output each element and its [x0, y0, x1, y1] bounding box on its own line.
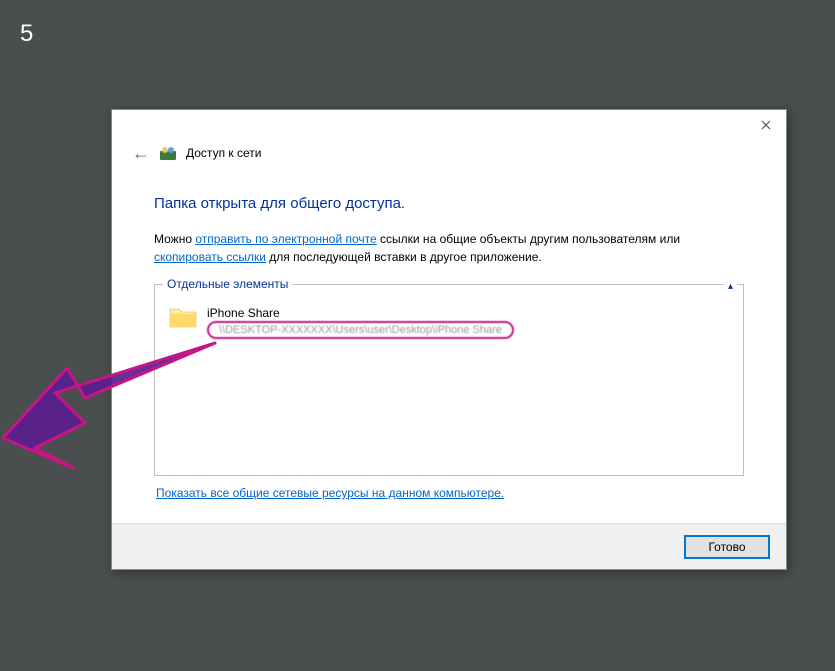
- item-text-block: iPhone Share \\DESKTOP-XXXXXXX\Users\use…: [207, 305, 514, 339]
- titlebar: [112, 110, 786, 140]
- desc-text-3: для последующей вставки в другое приложе…: [266, 250, 542, 264]
- button-bar: Готово: [112, 523, 786, 569]
- collapse-caret-icon[interactable]: ▴: [724, 281, 737, 292]
- description-text: Можно отправить по электронной почте ссы…: [154, 230, 744, 266]
- header-row: ← Доступ к сети: [112, 140, 786, 170]
- back-button[interactable]: ←: [132, 144, 150, 162]
- desc-text-2: ссылки на общие объекты другим пользоват…: [377, 232, 680, 246]
- item-name: iPhone Share: [207, 306, 514, 320]
- email-link[interactable]: отправить по электронной почте: [195, 232, 376, 246]
- folder-icon: [169, 305, 197, 329]
- dialog-body: Папка открыта для общего доступа. Можно …: [112, 170, 786, 500]
- dialog-title: Доступ к сети: [186, 146, 261, 160]
- network-share-icon: [160, 145, 176, 161]
- done-button[interactable]: Готово: [684, 535, 770, 559]
- desc-text-1: Можно: [154, 232, 195, 246]
- item-path-highlighted: \\DESKTOP-XXXXXXX\Users\user\Desktop\iPh…: [207, 321, 514, 339]
- network-access-dialog: ← Доступ к сети Папка открыта для общего…: [111, 109, 787, 570]
- groupbox-legend: Отдельные элементы: [163, 277, 292, 291]
- main-heading: Папка открыта для общего доступа.: [154, 195, 744, 212]
- copy-link[interactable]: скопировать ссылки: [154, 250, 266, 264]
- footer-link-row: Показать все общие сетевые ресурсы на да…: [154, 482, 744, 500]
- shared-item-row[interactable]: iPhone Share \\DESKTOP-XXXXXXX\Users\use…: [169, 303, 729, 341]
- step-number: 5: [20, 20, 33, 48]
- close-button[interactable]: [756, 115, 776, 135]
- show-all-shares-link[interactable]: Показать все общие сетевые ресурсы на да…: [156, 486, 504, 500]
- close-icon: [761, 120, 771, 130]
- items-groupbox: Отдельные элементы ▴ iPhone Share \\DESK…: [154, 284, 744, 476]
